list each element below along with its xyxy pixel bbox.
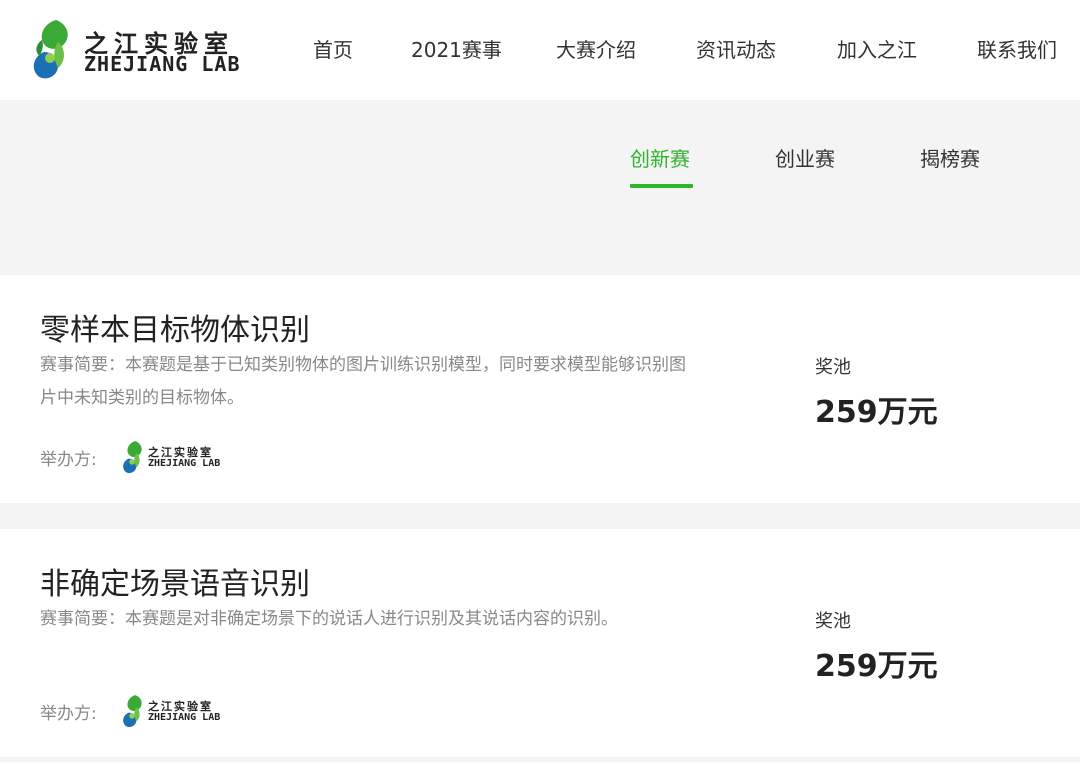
category-tabs-band xyxy=(0,100,1080,275)
prize-pool-label: 奖池 xyxy=(815,357,851,378)
nav-item-news[interactable]: 资讯动态 xyxy=(696,34,776,64)
tab-innovation[interactable]: 创新赛 xyxy=(630,143,690,172)
prize-pool-value: 259万元 xyxy=(815,395,938,430)
site-header: 之江实验室 ZHEJIANG LAB 首页 2021赛事 大赛介绍 资讯动态 加… xyxy=(0,0,1080,100)
competition-title[interactable]: 非确定场景语音识别 xyxy=(40,559,310,603)
brand-name-en: ZHEJIANG LAB xyxy=(84,52,241,76)
competition-description: 赛事简要：本赛题是对非确定场景下的说话人进行识别及其说话内容的识别。 xyxy=(40,609,618,629)
nav-item-about-contest[interactable]: 大赛介绍 xyxy=(556,34,636,64)
prize-pool-value: 259万元 xyxy=(815,649,938,684)
nav-item-home[interactable]: 首页 xyxy=(313,34,353,64)
active-tab-indicator xyxy=(630,184,693,188)
competition-card[interactable]: 零样本目标物体识别 赛事简要：本赛题是基于已知类别物体的图片训练识别模型，同时要… xyxy=(0,275,1080,503)
nav-item-contact[interactable]: 联系我们 xyxy=(977,34,1057,64)
competition-description: 赛事简要：本赛题是基于已知类别物体的图片训练识别模型，同时要求模型能够识别图片中… xyxy=(40,355,686,408)
nav-item-join[interactable]: 加入之江 xyxy=(837,34,917,64)
zhejiang-lab-logo-icon xyxy=(123,441,142,474)
organizer-name-en: ZHEJIANG LAB xyxy=(148,458,221,469)
zhejiang-lab-logo-icon xyxy=(123,695,142,728)
prize-pool-label: 奖池 xyxy=(815,611,851,632)
nav-item-2021-events[interactable]: 2021赛事 xyxy=(411,34,502,64)
competition-title[interactable]: 零样本目标物体识别 xyxy=(40,305,310,349)
tab-challenge[interactable]: 揭榜赛 xyxy=(920,143,980,172)
organizer-label: 举办方: xyxy=(40,704,97,724)
organizer-label: 举办方: xyxy=(40,450,97,470)
organizer-logo: 之江实验室 ZHEJIANG LAB xyxy=(120,440,220,476)
tab-entrepreneurship[interactable]: 创业赛 xyxy=(775,143,835,172)
brand-logo[interactable]: 之江实验室 ZHEJIANG LAB xyxy=(28,18,240,80)
organizer-name-en: ZHEJIANG LAB xyxy=(148,712,221,723)
organizer-logo: 之江实验室 ZHEJIANG LAB xyxy=(120,694,220,730)
competition-card[interactable]: 非确定场景语音识别 赛事简要：本赛题是对非确定场景下的说话人进行识别及其说话内容… xyxy=(0,529,1080,757)
zhejiang-lab-logo-icon xyxy=(33,20,68,79)
